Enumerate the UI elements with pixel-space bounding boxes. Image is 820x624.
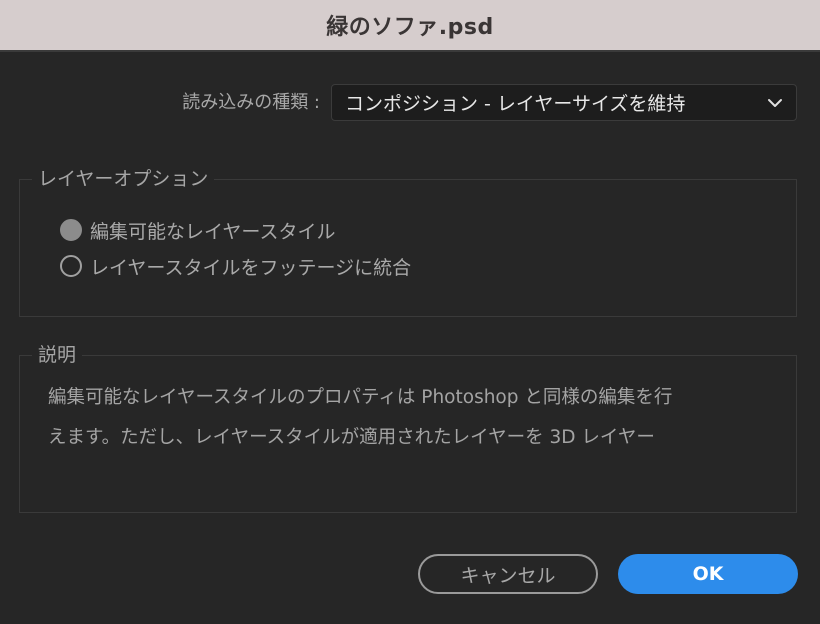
title-bar: 緑のソファ.psd — [0, 0, 820, 52]
chevron-down-icon — [768, 99, 782, 107]
import-type-selected-value: コンポジション - レイヤーサイズを維持 — [345, 93, 686, 115]
import-dialog: 緑のソファ.psd 読み込みの種類 : コンポジション - レイヤーサイズを維持… — [0, 0, 820, 624]
radio-label-merge-layer-styles: レイヤースタイルをフッテージに統合 — [90, 256, 412, 279]
import-type-row: 読み込みの種類 : コンポジション - レイヤーサイズを維持 — [0, 84, 820, 121]
radio-unselected-icon[interactable] — [60, 255, 82, 277]
window-title: 緑のソファ.psd — [326, 15, 494, 40]
radio-option-merge-layer-styles[interactable]: レイヤースタイルをフッテージに統合 — [60, 252, 411, 280]
import-type-dropdown[interactable]: コンポジション - レイヤーサイズを維持 — [331, 84, 797, 121]
cancel-button[interactable]: キャンセル — [418, 554, 598, 594]
description-legend: 説明 — [32, 342, 83, 368]
radio-label-editable-layer-styles: 編集可能なレイヤースタイル — [90, 220, 336, 243]
import-type-label: 読み込みの種類 : — [182, 92, 320, 113]
description-line-1: 編集可能なレイヤースタイルのプロパティは Photoshop と同様の編集を行 — [48, 387, 673, 408]
layer-options-group: レイヤーオプション 編集可能なレイヤースタイル レイヤースタイルをフッテージに統… — [19, 166, 797, 317]
description-text: 編集可能なレイヤースタイルのプロパティは Photoshop と同様の編集を行 … — [48, 378, 778, 458]
description-line-2: えます。ただし、レイヤースタイルが適用されたレイヤーを 3D レイヤー — [48, 427, 655, 448]
radio-option-editable-layer-styles[interactable]: 編集可能なレイヤースタイル — [60, 216, 335, 244]
description-group: 説明 編集可能なレイヤースタイルのプロパティは Photoshop と同様の編集… — [19, 342, 797, 513]
layer-options-legend: レイヤーオプション — [32, 166, 215, 192]
radio-selected-icon[interactable] — [60, 219, 82, 241]
ok-button[interactable]: OK — [618, 554, 798, 594]
